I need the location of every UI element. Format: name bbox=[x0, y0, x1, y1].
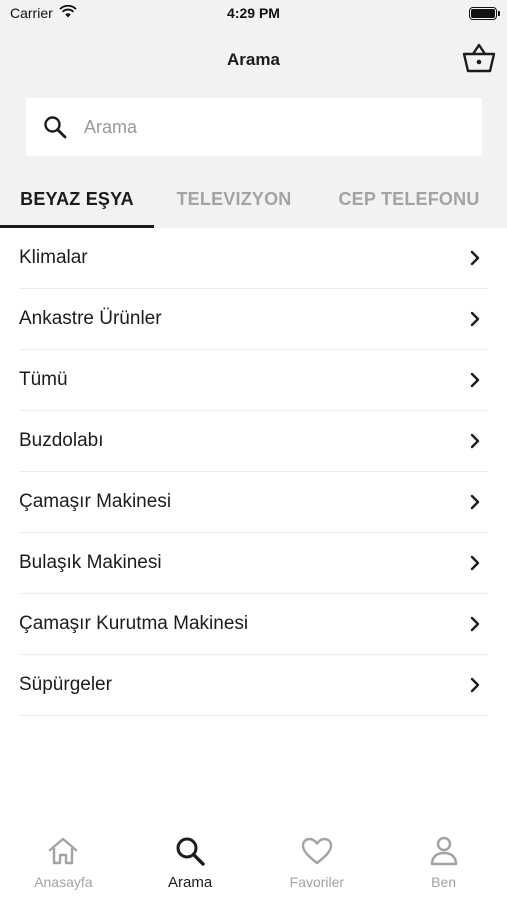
tabbar-search[interactable]: Arama bbox=[127, 822, 254, 900]
status-bar: Carrier 4:29 PM bbox=[0, 0, 507, 30]
chevron-right-icon bbox=[468, 616, 482, 632]
list-item[interactable]: Çamaşır Kurutma Makinesi bbox=[19, 594, 488, 655]
tab-beyaz-esya[interactable]: BEYAZ EŞYA bbox=[0, 170, 154, 228]
tabbar-favorites[interactable]: Favoriler bbox=[254, 822, 381, 900]
tab-cep-telefonu[interactable]: CEP TELEFONU bbox=[314, 170, 504, 228]
tabbar-home[interactable]: Anasayfa bbox=[0, 822, 127, 900]
navigation-bar: Arama bbox=[0, 30, 507, 90]
battery-icon bbox=[469, 7, 500, 20]
tabbar-label: Anasayfa bbox=[34, 874, 93, 890]
list-item[interactable]: Klimalar bbox=[19, 228, 488, 289]
list-item[interactable]: Tümü bbox=[19, 350, 488, 411]
list-item-label: Ankastre Ürünler bbox=[19, 308, 162, 329]
chevron-right-icon bbox=[468, 250, 482, 266]
tabbar-label: Arama bbox=[168, 874, 213, 891]
list-item-label: Süpürgeler bbox=[19, 674, 112, 695]
list-item-label: Buzdolabı bbox=[19, 430, 104, 451]
chevron-right-icon bbox=[468, 494, 482, 510]
page-title: Arama bbox=[227, 50, 280, 69]
bottom-tab-bar: Anasayfa Arama Favoriler Ben bbox=[0, 822, 507, 900]
tab-televizyon[interactable]: TELEVIZYON bbox=[154, 170, 314, 228]
list-item[interactable]: Ankastre Ürünler bbox=[19, 289, 488, 350]
list-item-label: Tümü bbox=[19, 369, 68, 390]
tabbar-label: Favoriler bbox=[289, 874, 345, 890]
search-input[interactable] bbox=[84, 116, 444, 138]
list-item-label: Klimalar bbox=[19, 247, 88, 268]
chevron-right-icon bbox=[468, 677, 482, 693]
tabbar-label: Ben bbox=[431, 874, 457, 890]
header-area: Carrier 4:29 PM Arama Arama BEYAZ EŞYA T… bbox=[0, 0, 507, 228]
status-time: 4:29 PM bbox=[227, 5, 280, 21]
search-bar[interactable] bbox=[26, 98, 482, 156]
chevron-right-icon bbox=[468, 433, 482, 449]
list-item-label: Çamaşır Makinesi bbox=[19, 491, 172, 512]
list-item[interactable]: Çamaşır Makinesi bbox=[19, 472, 488, 533]
basket-icon bbox=[462, 43, 496, 78]
search-icon bbox=[42, 114, 68, 140]
home-icon bbox=[46, 834, 80, 868]
chevron-right-icon bbox=[468, 311, 482, 327]
category-list: Klimalar Ankastre Ürünler Tümü Buzdolabı… bbox=[0, 228, 507, 716]
list-item[interactable]: Bulaşık Makinesi bbox=[19, 533, 488, 594]
person-icon bbox=[427, 834, 461, 868]
list-item-label: Bulaşık Makinesi bbox=[19, 552, 162, 573]
basket-button[interactable] bbox=[461, 42, 497, 78]
chevron-right-icon bbox=[468, 555, 482, 571]
heart-icon bbox=[300, 834, 334, 868]
search-icon bbox=[173, 834, 207, 868]
chevron-right-icon bbox=[468, 372, 482, 388]
list-item[interactable]: Buzdolabı bbox=[19, 411, 488, 472]
tabbar-profile[interactable]: Ben bbox=[380, 822, 507, 900]
list-item-label: Çamaşır Kurutma Makinesi bbox=[19, 613, 249, 634]
list-item[interactable]: Süpürgeler bbox=[19, 655, 488, 716]
category-tabs: BEYAZ EŞYA TELEVIZYON CEP TELEFONU bbox=[0, 170, 507, 228]
